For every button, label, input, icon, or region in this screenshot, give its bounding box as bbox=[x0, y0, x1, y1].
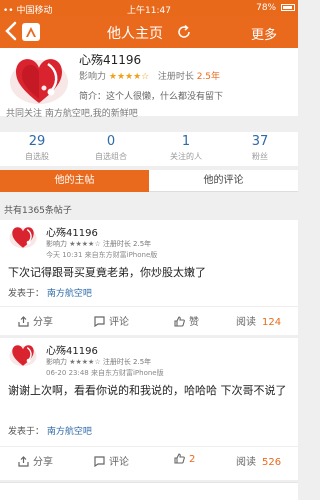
refresh-icon bbox=[178, 24, 190, 38]
profile-bio: 简介：这个人很懒，什么都没有留下 bbox=[79, 92, 224, 102]
post-actions: 分享 评论 赞 阅读 124 bbox=[0, 306, 298, 332]
battery-icon bbox=[281, 4, 295, 11]
stat-value: 29 bbox=[28, 134, 46, 149]
post-author[interactable]: 心殇41196 bbox=[46, 224, 98, 239]
status-bar: •• 中国移动 上午11:47 78% bbox=[0, 0, 298, 16]
mutual-follow: 共同关注 南方航空吧,我的新鲜吧 bbox=[6, 109, 138, 119]
comment-label: 评论 bbox=[109, 457, 129, 468]
profile-header: 心殇41196 影响力 ★★★★☆ 注册时长 2.5年 简介：这个人很懒，什么都… bbox=[0, 48, 298, 119]
read-stat: 阅读 124 bbox=[236, 313, 281, 328]
post-author-meta: 影响力 ★★★★☆ 注册时长 2.5年 bbox=[46, 358, 152, 366]
battery-status: 78% bbox=[256, 3, 295, 13]
stat-following[interactable]: 1 关注的人 bbox=[149, 134, 223, 162]
comment-button[interactable]: 评论 bbox=[94, 313, 129, 328]
profile-stats: 29 自选股 0 自选组合 1 关注的人 37 粉丝 bbox=[0, 132, 298, 166]
read-label: 阅读 bbox=[236, 317, 256, 328]
thumbs-up-icon bbox=[174, 316, 185, 327]
share-label: 分享 bbox=[33, 317, 53, 328]
read-label: 阅读 bbox=[236, 457, 256, 468]
stat-followers[interactable]: 37 粉丝 bbox=[223, 134, 297, 162]
post-count: 共有1365条帖子 bbox=[4, 206, 72, 216]
stat-value: 1 bbox=[181, 134, 191, 149]
comment-icon bbox=[94, 456, 105, 468]
comment-label: 评论 bbox=[109, 317, 129, 328]
like-count: 2 bbox=[189, 454, 196, 465]
stat-label: 自选股 bbox=[25, 152, 49, 161]
like-button[interactable]: 2 bbox=[174, 453, 195, 465]
stat-label: 关注的人 bbox=[170, 152, 202, 161]
influence-stars: ★★★★☆ bbox=[108, 72, 150, 82]
share-icon bbox=[18, 456, 29, 467]
post-author[interactable]: 心殇41196 bbox=[46, 342, 98, 357]
read-stat: 阅读 526 bbox=[236, 453, 281, 468]
post-time: 06-20 23:48 来自东方财富iPhone版 bbox=[46, 369, 164, 377]
app-logo-icon bbox=[22, 23, 40, 41]
avatar[interactable] bbox=[8, 223, 38, 251]
post-content[interactable]: 下次记得跟哥买夏竟老弟，你炒股太嫩了 bbox=[8, 265, 292, 281]
influence-label: 影响力 bbox=[79, 72, 107, 82]
bottom-strip bbox=[0, 482, 298, 500]
profile-meta: 影响力 ★★★★☆ 注册时长 2.5年 bbox=[79, 69, 220, 82]
like-label: 赞 bbox=[189, 317, 199, 328]
avatar[interactable] bbox=[8, 50, 70, 110]
chevron-left-icon bbox=[5, 21, 17, 41]
stat-label: 自选组合 bbox=[95, 152, 127, 161]
stat-value: 0 bbox=[106, 134, 116, 149]
battery-percent: 78% bbox=[256, 3, 277, 13]
stat-value: 37 bbox=[251, 134, 269, 149]
profile-name: 心殇41196 bbox=[79, 53, 142, 67]
read-count: 124 bbox=[262, 317, 282, 328]
post-time: 今天 10:31 来自东方财富iPhone版 bbox=[46, 251, 158, 259]
post-actions: 分享 评论 2 阅读 526 bbox=[0, 446, 298, 472]
share-button[interactable]: 分享 bbox=[18, 313, 53, 328]
source-link[interactable]: 南方航空吧 bbox=[47, 427, 92, 437]
post-card[interactable]: 心殇41196 影响力 ★★★★☆ 注册时长 2.5年 06-20 23:48 … bbox=[0, 338, 298, 480]
share-button[interactable]: 分享 bbox=[18, 453, 53, 468]
post-content[interactable]: 谢谢上次啊，看看你说的和我说的，哈哈哈 下次哥不说了 bbox=[8, 383, 292, 399]
post-card[interactable]: 心殇41196 影响力 ★★★★☆ 注册时长 2.5年 今天 10:31 来自东… bbox=[0, 220, 298, 335]
thumbs-up-icon bbox=[174, 453, 185, 464]
like-button[interactable]: 赞 bbox=[174, 313, 199, 328]
navigation-bar: 他人主页 更多 bbox=[0, 16, 298, 48]
refresh-button[interactable] bbox=[176, 24, 192, 40]
source-label: 发表于： bbox=[8, 427, 45, 437]
status-time: 上午11:47 bbox=[127, 6, 171, 16]
read-count: 526 bbox=[262, 457, 282, 468]
tab-comments[interactable]: 他的评论 bbox=[149, 170, 298, 192]
post-source: 发表于： 南方航空吧 bbox=[8, 286, 92, 299]
share-label: 分享 bbox=[33, 457, 53, 468]
source-label: 发表于： bbox=[8, 289, 45, 299]
post-author-meta: 影响力 ★★★★☆ 注册时长 2.5年 bbox=[46, 240, 152, 248]
stat-watchlist[interactable]: 29 自选股 bbox=[0, 134, 74, 162]
stat-label: 粉丝 bbox=[252, 152, 268, 161]
source-link[interactable]: 南方航空吧 bbox=[47, 289, 92, 299]
content-tabs: 他的主帖 他的评论 bbox=[0, 170, 298, 192]
registration-label: 注册时长 bbox=[157, 72, 194, 82]
comment-icon bbox=[94, 316, 105, 328]
tab-posts[interactable]: 他的主帖 bbox=[0, 170, 149, 192]
page-title: 他人主页 bbox=[107, 26, 163, 42]
stat-portfolio[interactable]: 0 自选组合 bbox=[74, 134, 148, 162]
avatar[interactable] bbox=[8, 341, 38, 369]
share-icon bbox=[18, 316, 29, 327]
more-button[interactable]: 更多 bbox=[251, 24, 277, 43]
registration-value: 2.5年 bbox=[196, 72, 221, 82]
comment-button[interactable]: 评论 bbox=[94, 453, 129, 468]
post-source: 发表于： 南方航空吧 bbox=[8, 424, 92, 437]
